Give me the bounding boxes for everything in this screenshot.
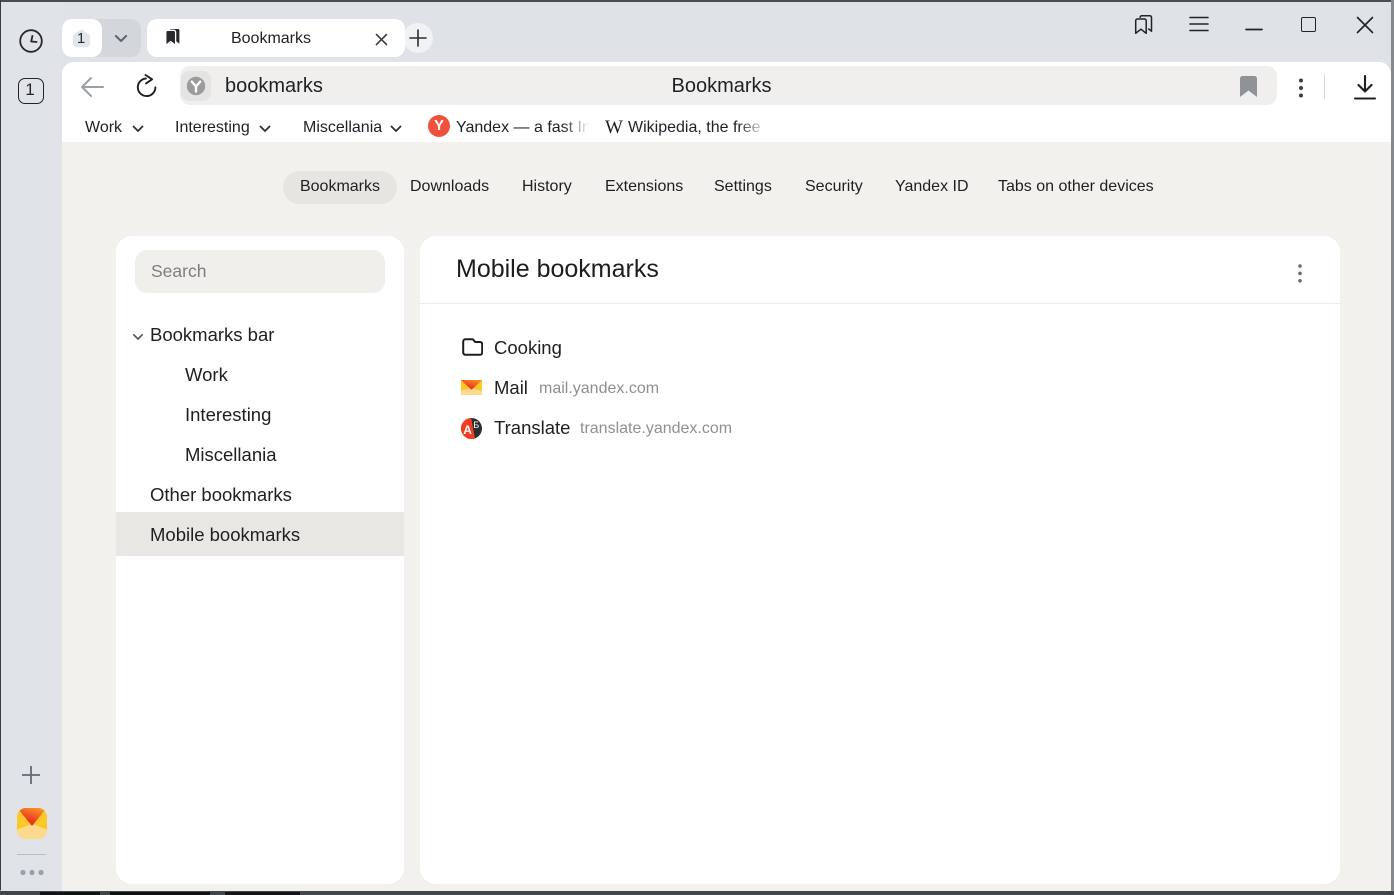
svg-text:Б: Б (473, 420, 479, 430)
svg-text:A: A (463, 423, 472, 437)
